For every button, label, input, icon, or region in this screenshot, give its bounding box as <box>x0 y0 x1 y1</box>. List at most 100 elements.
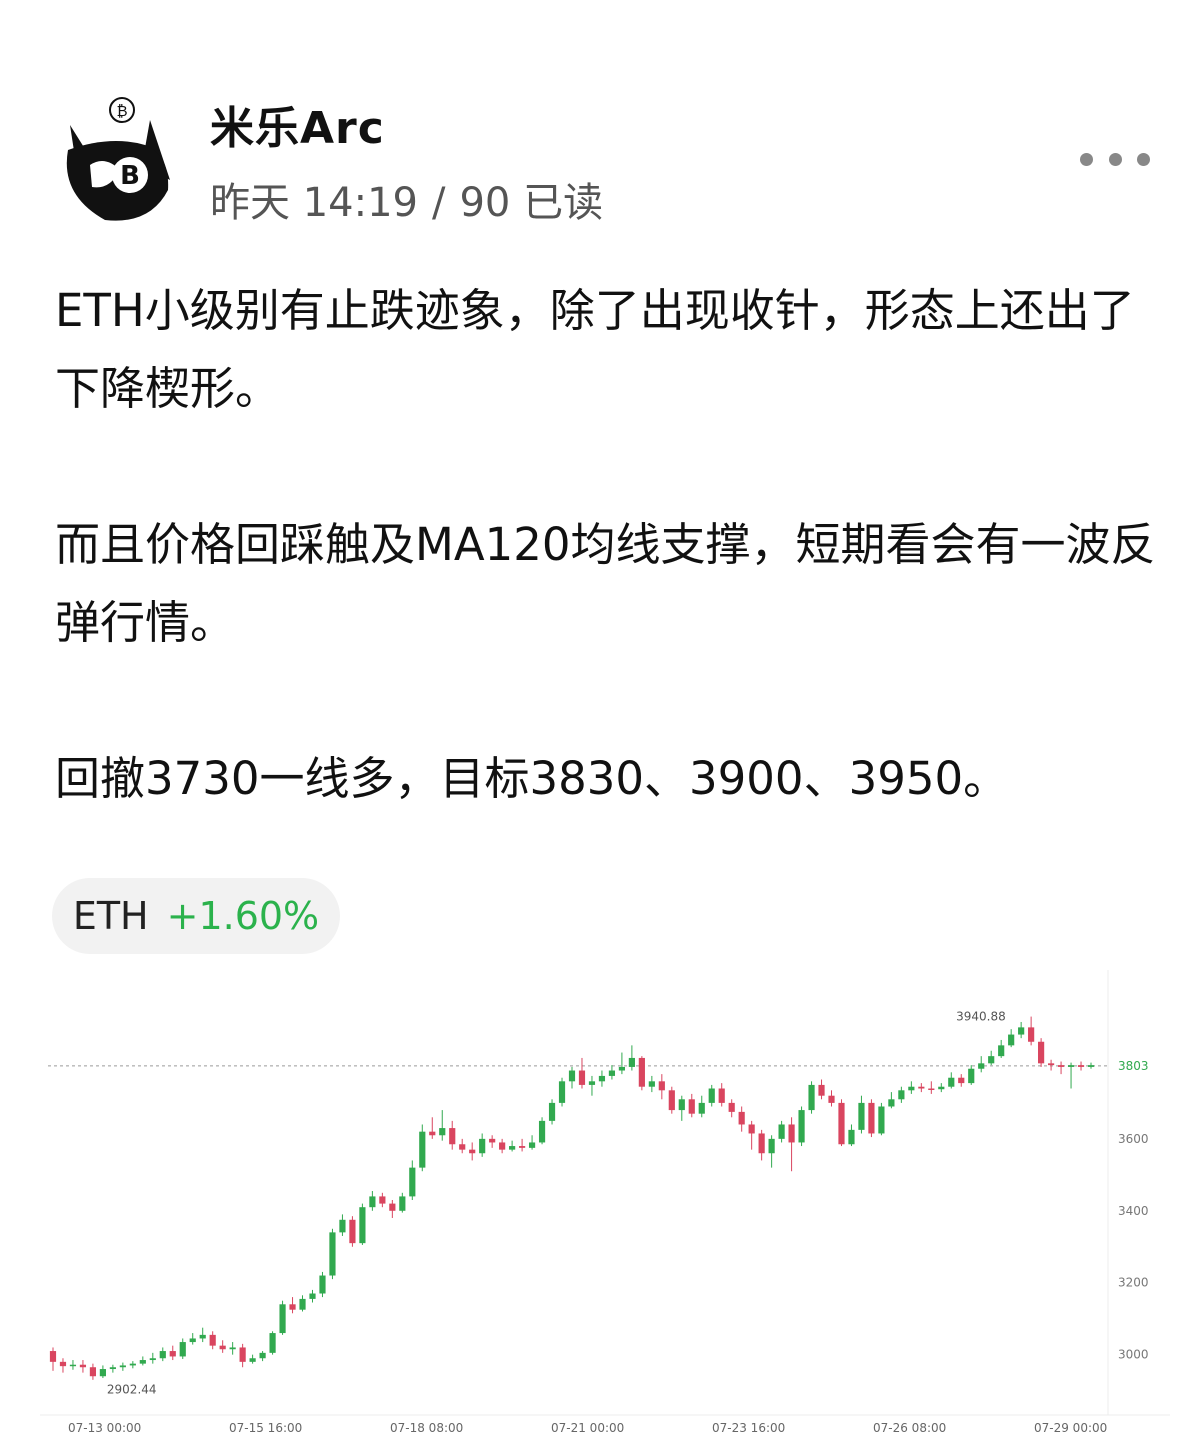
candle <box>708 1088 715 1103</box>
post-body: ETH小级别有止跌迹象，除了出现收针，形态上还出了下降楔形。 而且价格回踩触及M… <box>55 272 1165 818</box>
candle <box>638 1057 645 1087</box>
candle <box>808 1084 815 1111</box>
ticker-chip[interactable]: ETH +1.60% <box>52 878 340 954</box>
candle <box>269 1333 276 1353</box>
candle <box>968 1068 975 1084</box>
candle <box>818 1084 825 1096</box>
annotation-low: 2902.44 <box>107 1383 157 1397</box>
more-dots-icon[interactable] <box>1080 145 1150 173</box>
post-paragraph: 回撤3730一线多，目标3830、3900、3950。 <box>55 752 1009 805</box>
post-paragraph: ETH小级别有止跌迹象，除了出现收针，形态上还出了下降楔形。 <box>55 284 1135 415</box>
candle <box>159 1351 166 1359</box>
candle <box>798 1110 805 1143</box>
candle <box>479 1138 486 1154</box>
candle <box>958 1077 965 1084</box>
candle <box>469 1149 476 1154</box>
candle <box>568 1070 576 1082</box>
candle <box>439 1128 446 1136</box>
candle <box>628 1057 635 1067</box>
candle <box>908 1086 915 1091</box>
candle <box>149 1358 156 1361</box>
svg-text:B: B <box>120 161 140 191</box>
candle <box>598 1075 606 1082</box>
x-tick-label: 07-15 16:00 <box>229 1421 302 1434</box>
candle <box>658 1081 665 1091</box>
candle <box>778 1124 785 1139</box>
candle <box>459 1144 466 1150</box>
candle <box>948 1077 955 1087</box>
author-avatar[interactable]: B ₿ <box>50 95 184 229</box>
candle <box>738 1111 745 1125</box>
candle <box>848 1129 855 1145</box>
candle <box>888 1099 895 1107</box>
candle <box>179 1342 186 1357</box>
candle <box>219 1345 226 1350</box>
candle <box>109 1367 116 1370</box>
candle <box>918 1086 925 1089</box>
price-chart[interactable]: 3000 3200 3400 3600 3803 07-13 00:00 07-15 16:… <box>40 965 1170 1434</box>
meta-separator: / <box>432 180 446 226</box>
candle <box>528 1142 536 1148</box>
candle <box>289 1304 296 1310</box>
candle <box>1047 1063 1055 1066</box>
annotation-high: 3940.88 <box>956 1009 1006 1023</box>
candle <box>49 1351 57 1362</box>
author-name[interactable]: 米乐Arc <box>210 92 385 156</box>
candle <box>1067 1065 1075 1067</box>
candle <box>369 1196 376 1208</box>
candle <box>349 1219 356 1244</box>
current-price-label: 3803 <box>1118 1059 1149 1073</box>
candle <box>758 1133 765 1154</box>
candle <box>788 1124 795 1143</box>
candle <box>668 1090 675 1111</box>
candle <box>1057 1065 1065 1067</box>
candle <box>698 1102 705 1114</box>
candle <box>1087 1065 1095 1067</box>
candle <box>998 1045 1005 1057</box>
y-tick-label: 3200 <box>1118 1276 1149 1290</box>
post-time: 昨天 14:19 <box>210 180 418 226</box>
candle <box>229 1347 236 1350</box>
ticker-symbol: ETH <box>72 894 149 938</box>
candle <box>648 1081 655 1087</box>
candle <box>499 1142 506 1150</box>
candle <box>978 1063 985 1069</box>
candle <box>748 1124 755 1134</box>
post-paragraph: 而且价格回踩触及MA120均线支撑，短期看会有一波反弹行情。 <box>55 518 1156 649</box>
candle <box>389 1203 396 1211</box>
candle <box>718 1088 725 1103</box>
candle <box>828 1095 835 1103</box>
candle <box>898 1090 905 1100</box>
candle <box>688 1099 695 1114</box>
candle <box>1008 1034 1015 1046</box>
candle <box>89 1367 97 1377</box>
ticker-change: +1.60% <box>166 894 320 938</box>
candle <box>728 1102 735 1112</box>
candle <box>259 1352 266 1359</box>
candle <box>239 1347 246 1362</box>
candle <box>988 1056 995 1064</box>
candle <box>608 1070 616 1076</box>
candle <box>1018 1027 1025 1035</box>
x-tick-label: 07-13 00:00 <box>68 1421 141 1434</box>
candle <box>79 1364 87 1368</box>
candle <box>1077 1065 1085 1067</box>
candle <box>678 1099 685 1111</box>
x-tick-label: 07-23 16:00 <box>712 1421 785 1434</box>
candle <box>558 1081 566 1103</box>
candle <box>858 1102 865 1130</box>
svg-text:₿: ₿ <box>116 102 127 120</box>
candle <box>169 1351 176 1357</box>
candle <box>339 1219 346 1233</box>
candle <box>548 1102 556 1121</box>
candle <box>489 1138 496 1143</box>
candle <box>409 1167 416 1197</box>
candle <box>299 1298 306 1310</box>
candle <box>309 1293 316 1299</box>
read-count: 90 已读 <box>459 180 604 226</box>
candle <box>868 1102 875 1134</box>
candle <box>509 1146 516 1150</box>
candle <box>319 1275 326 1294</box>
candlestick-chart: 3000 3200 3400 3600 3803 07-13 00:00 07-15 16:… <box>40 970 1170 1434</box>
candle <box>618 1066 625 1071</box>
